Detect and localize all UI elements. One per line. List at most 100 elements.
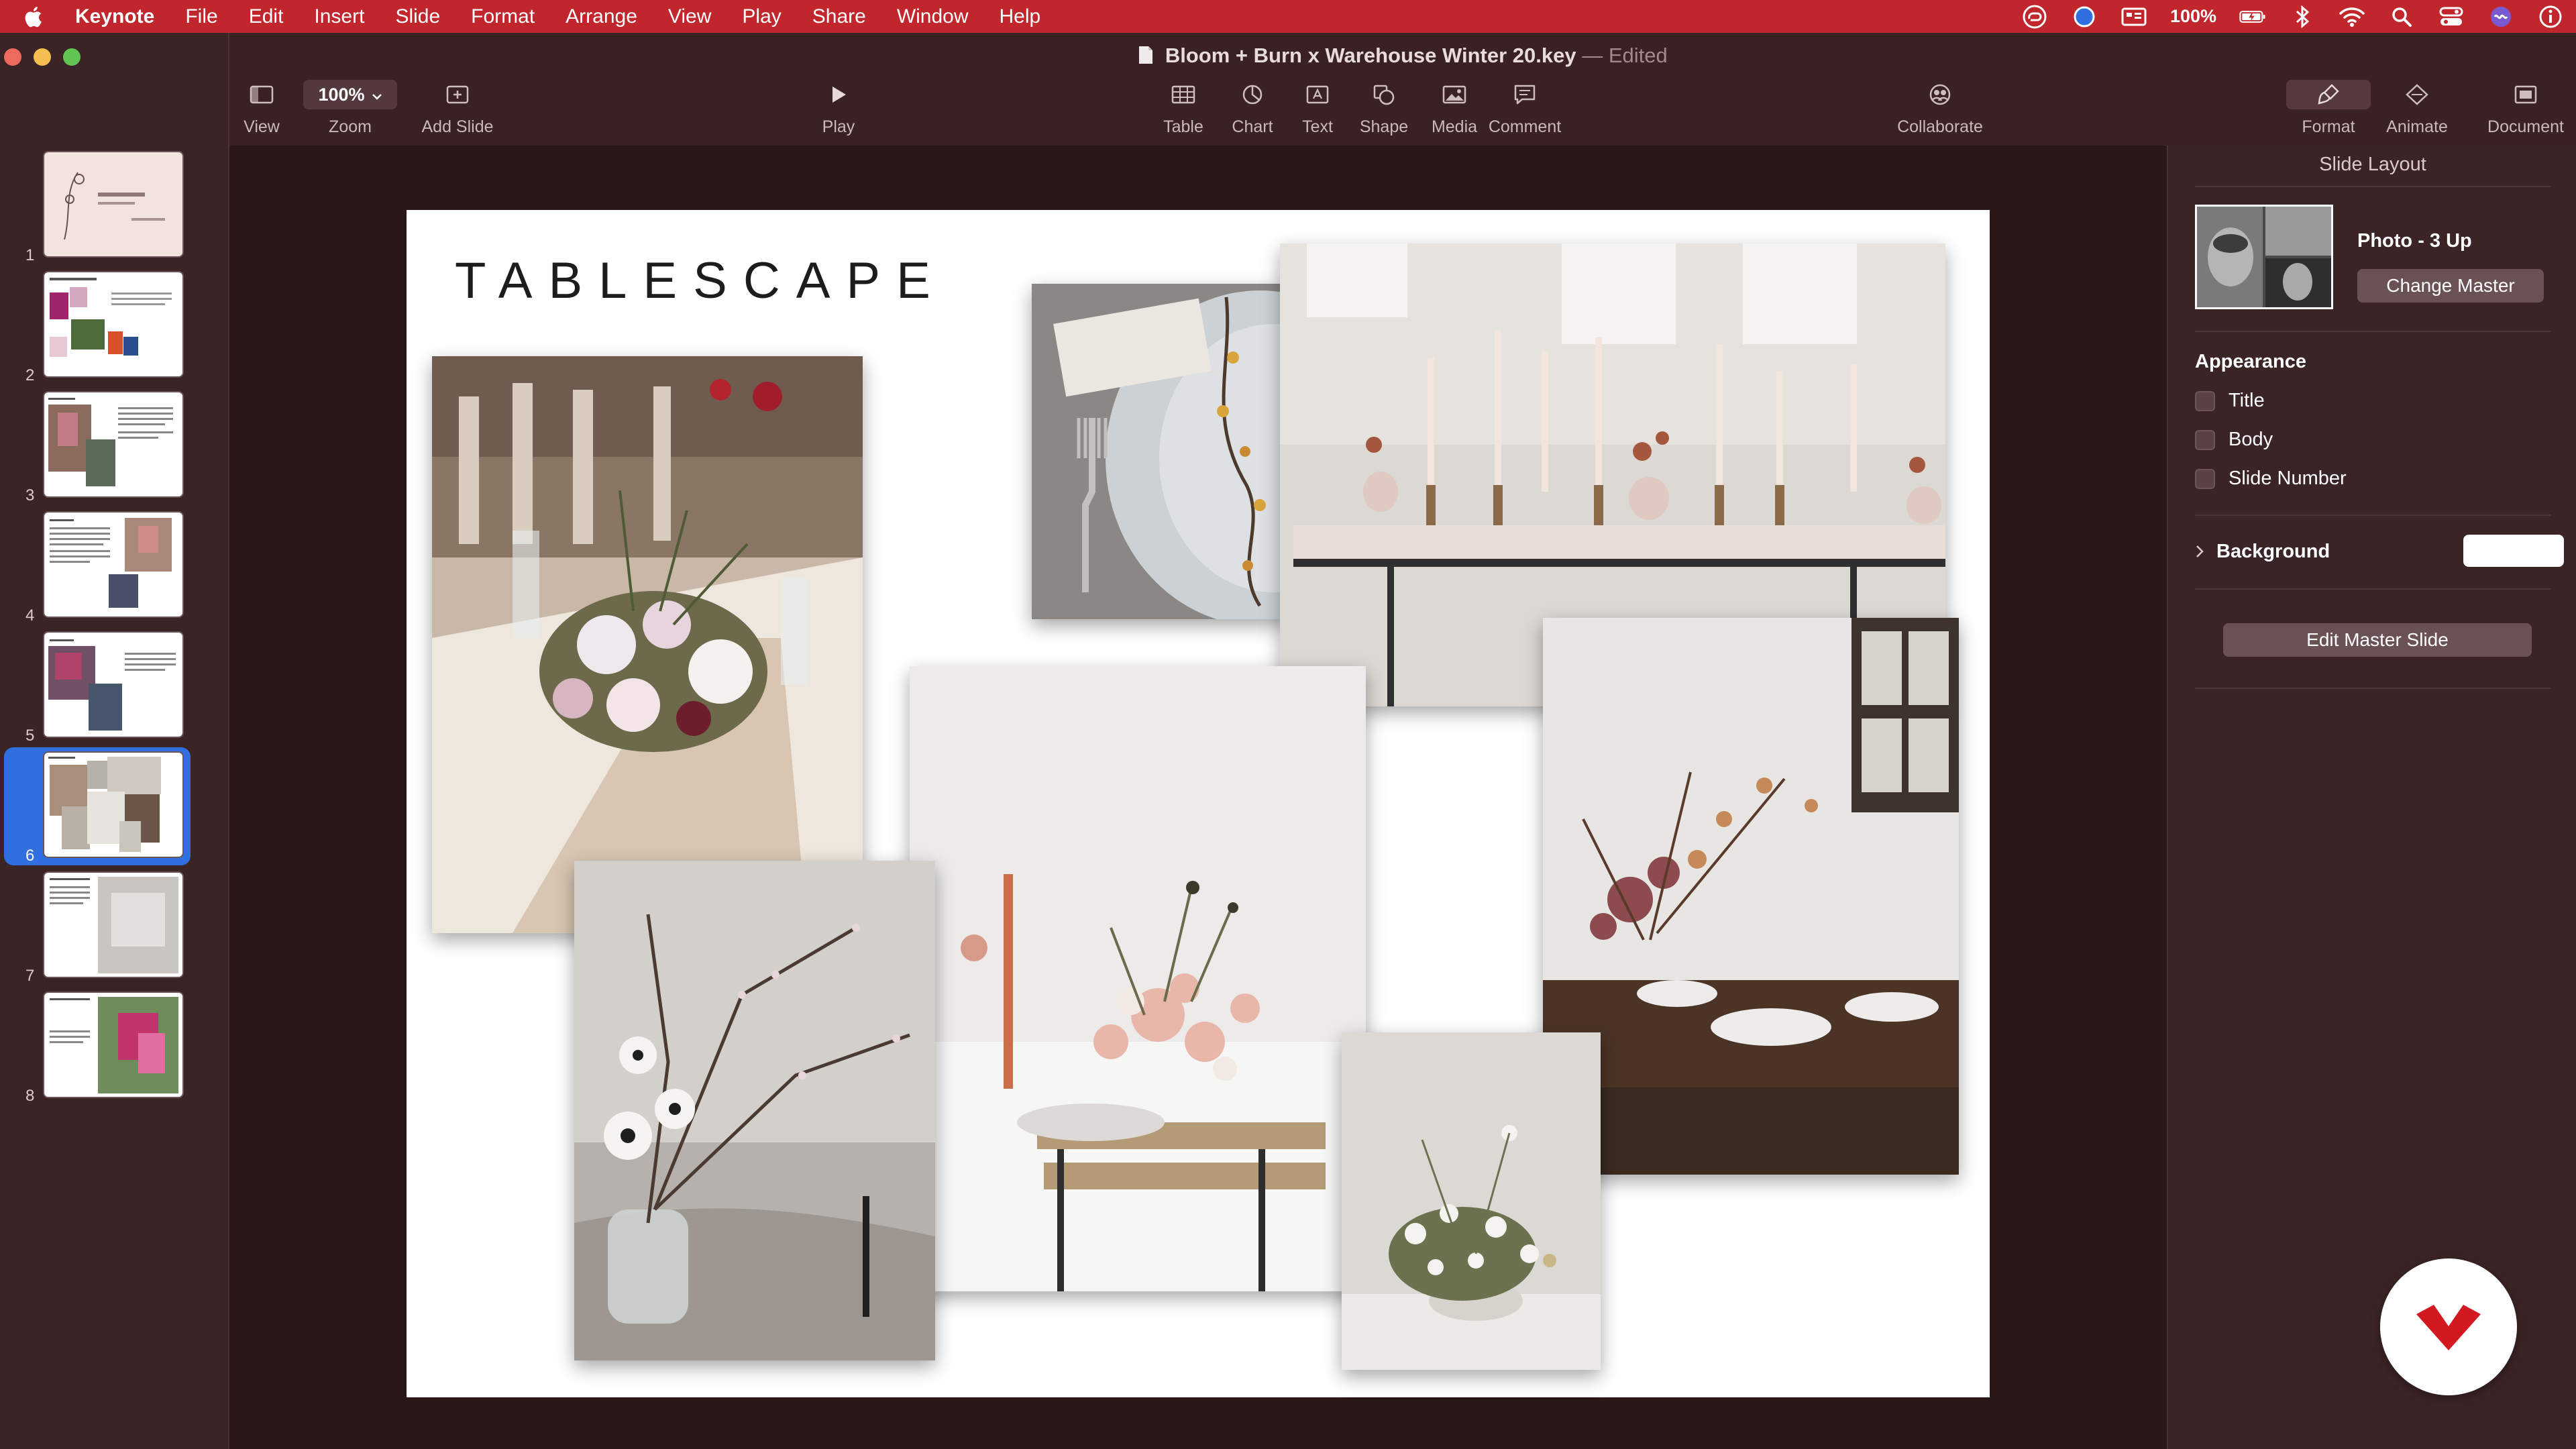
status-area: 100%	[2021, 0, 2576, 33]
title-checkbox-row[interactable]: Title	[2195, 390, 2265, 412]
slide-thumbnail[interactable]	[44, 392, 182, 496]
add-slide-icon	[440, 80, 475, 109]
shape-button[interactable]: Shape	[1350, 80, 1417, 137]
control-center-icon[interactable]	[2438, 3, 2465, 30]
menu-window[interactable]: Window	[881, 0, 984, 33]
slide-thumbnail-row[interactable]: 2	[0, 272, 229, 386]
slide-thumbnail[interactable]	[44, 753, 182, 857]
rustic-wood-table-photo[interactable]	[1543, 618, 1959, 1175]
slide-title[interactable]: TABLESCAPE	[455, 252, 947, 310]
table-icon	[1166, 80, 1201, 109]
creative-cloud-icon[interactable]	[2021, 3, 2048, 30]
slide-thumbnail[interactable]	[44, 272, 182, 376]
slide-number-checkbox[interactable]	[2195, 468, 2215, 489]
comment-button[interactable]: Comment	[1481, 80, 1568, 137]
slide-navigator: 1 2 3 4 5 6 7 8	[0, 33, 229, 1449]
title-checkbox[interactable]	[2195, 390, 2215, 411]
zoom-dropdown[interactable]: 100%	[303, 80, 397, 109]
zoom-window-button[interactable]	[63, 48, 80, 66]
master-layout-name: Photo - 3 Up	[2357, 230, 2472, 252]
inspector-tab-area	[2167, 33, 2576, 146]
master-layout-thumbnail[interactable]	[2195, 205, 2333, 309]
menu-file[interactable]: File	[170, 0, 233, 33]
slide-thumbnail-row-selected[interactable]: 6	[0, 747, 229, 867]
bluetooth-icon[interactable]	[2289, 3, 2316, 30]
tablescape-photo-flower-table[interactable]	[432, 356, 863, 933]
slide-thumbnail-row[interactable]: 7	[0, 873, 229, 987]
slide-number: 1	[25, 246, 35, 264]
media-button[interactable]: Media	[1421, 80, 1488, 137]
slide-thumbnail[interactable]	[44, 152, 182, 256]
search-icon[interactable]	[2388, 3, 2415, 30]
comment-label: Comment	[1488, 117, 1562, 136]
wildflower-bowl-photo[interactable]	[1342, 1032, 1601, 1370]
menu-slide[interactable]: Slide	[380, 0, 455, 33]
anemone-branch-vase-photo[interactable]	[574, 861, 935, 1360]
slide-thumbnail[interactable]	[44, 873, 182, 977]
collaborate-button[interactable]: Collaborate	[1886, 80, 1994, 137]
text-button[interactable]: Text	[1284, 80, 1351, 137]
menu-share[interactable]: Share	[797, 0, 881, 33]
place-setting-photo[interactable]	[1032, 284, 1291, 619]
chevron-right-icon[interactable]	[2195, 544, 2204, 559]
divider	[2195, 186, 2551, 187]
divider	[2195, 688, 2551, 689]
wifi-icon[interactable]	[2339, 3, 2365, 30]
menu-help[interactable]: Help	[984, 0, 1057, 33]
body-checkbox[interactable]	[2195, 429, 2215, 450]
siri-icon[interactable]	[2487, 3, 2514, 30]
change-master-button[interactable]: Change Master	[2357, 269, 2544, 303]
edit-master-slide-button[interactable]: Edit Master Slide	[2223, 623, 2532, 657]
menu-arrange[interactable]: Arrange	[550, 0, 653, 33]
background-label: Background	[2216, 540, 2330, 562]
slide-thumbnail[interactable]	[44, 633, 182, 737]
menu-format[interactable]: Format	[455, 0, 550, 33]
view-button[interactable]: View	[228, 80, 295, 137]
slide-canvas[interactable]: TABLESCAPE	[229, 146, 2167, 1449]
inspector-header: Slide Layout	[2319, 154, 2426, 175]
media-icon	[1437, 80, 1472, 109]
screen-icon[interactable]	[2121, 3, 2147, 30]
play-button[interactable]: Play	[805, 80, 872, 137]
table-button[interactable]: Table	[1150, 80, 1217, 137]
menu-edit[interactable]: Edit	[233, 0, 299, 33]
slide-thumbnail-row[interactable]: 8	[0, 993, 229, 1107]
battery-icon[interactable]	[2239, 3, 2266, 30]
blue-circle-icon[interactable]	[2071, 3, 2098, 30]
shape-label: Shape	[1359, 117, 1409, 136]
body-checkbox-row[interactable]: Body	[2195, 429, 2273, 451]
menu-insert[interactable]: Insert	[299, 0, 380, 33]
sidebar-icon	[244, 80, 279, 109]
slide-thumbnail-row[interactable]: 1	[0, 152, 229, 266]
chart-button[interactable]: Chart	[1219, 80, 1286, 137]
zoom-control[interactable]: 100% Zoom	[303, 80, 397, 137]
document-name: Bloom + Burn x Warehouse Winter 20.key	[1165, 44, 1576, 67]
slide[interactable]: TABLESCAPE	[407, 210, 1990, 1397]
minimize-window-button[interactable]	[34, 48, 51, 66]
zoom-label: Zoom	[329, 117, 372, 136]
info-icon[interactable]	[2537, 3, 2564, 30]
slide-number-checkbox-row[interactable]: Slide Number	[2195, 468, 2347, 490]
play-label: Play	[822, 117, 855, 136]
slide-thumbnail-row[interactable]: 5	[0, 633, 229, 747]
pink-flowers-white-table-photo[interactable]	[910, 666, 1366, 1291]
slide-number-checkbox-label: Slide Number	[2229, 468, 2347, 489]
menu-view[interactable]: View	[653, 0, 727, 33]
slide-thumbnail-row[interactable]: 4	[0, 513, 229, 627]
background-row[interactable]: Background	[2195, 535, 2571, 568]
slide-thumbnail-row[interactable]: 3	[0, 392, 229, 506]
menu-app-name[interactable]: Keynote	[66, 0, 170, 33]
comment-icon	[1507, 80, 1542, 109]
close-window-button[interactable]	[4, 48, 21, 66]
slide-thumbnail[interactable]	[44, 993, 182, 1097]
add-slide-button[interactable]: Add Slide	[411, 80, 504, 137]
play-icon	[821, 80, 856, 109]
menu-play[interactable]: Play	[727, 0, 796, 33]
slide-thumbnail[interactable]	[44, 513, 182, 616]
brand-logo-badge	[2380, 1258, 2517, 1395]
table-label: Table	[1163, 117, 1203, 136]
collaborate-label: Collaborate	[1897, 117, 1983, 136]
apple-menu-icon[interactable]	[0, 0, 66, 33]
background-color-swatch[interactable]	[2463, 535, 2564, 567]
slide-number: 3	[25, 486, 35, 504]
